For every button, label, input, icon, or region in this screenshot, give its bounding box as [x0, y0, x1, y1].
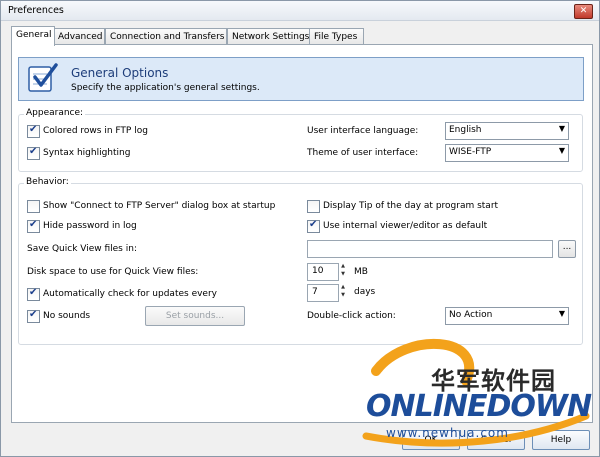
- window-title: Preferences: [8, 5, 64, 16]
- header-banner: General Options Specify the application'…: [18, 57, 584, 101]
- set-sounds-button[interactable]: Set sounds...: [145, 306, 245, 326]
- show-connect-label: Show "Connect to FTP Server" dialog box …: [43, 201, 276, 211]
- colored-rows-check[interactable]: [27, 123, 40, 138]
- title-bar[interactable]: Preferences ✕: [1, 1, 599, 21]
- disk-space-value: 10: [312, 266, 324, 276]
- auto-update-check[interactable]: [27, 286, 40, 301]
- disk-space-label: Disk space to use for Quick View files:: [27, 267, 199, 277]
- behavior-group: Behavior: Show "Connect to FTP Server" d…: [18, 177, 583, 345]
- appearance-group: Appearance: Colored rows in FTP log Synt…: [18, 108, 583, 172]
- theme-select[interactable]: WISE-FTP ▼: [445, 144, 569, 162]
- auto-update-label: Automatically check for updates every: [43, 289, 217, 299]
- disk-space-stepper[interactable]: ▲ ▼: [339, 263, 347, 279]
- behavior-label: Behavior:: [24, 177, 71, 187]
- cancel-button[interactable]: Cancel: [467, 430, 525, 450]
- hide-password-check[interactable]: [27, 218, 40, 233]
- help-button[interactable]: Help: [532, 430, 590, 450]
- internal-viewer-label: Use internal viewer/editor as default: [323, 221, 488, 231]
- hide-password-label: Hide password in log: [43, 221, 137, 231]
- close-button[interactable]: ✕: [574, 4, 593, 19]
- tip-of-day-label: Display Tip of the day at program start: [323, 201, 499, 211]
- update-days-value: 7: [312, 287, 318, 297]
- close-icon: ✕: [579, 6, 588, 16]
- save-quick-view-input[interactable]: [307, 240, 553, 258]
- spin-up-icon[interactable]: ▲: [339, 284, 347, 291]
- browse-button[interactable]: ...: [558, 240, 576, 258]
- spin-down-icon[interactable]: ▼: [339, 271, 347, 278]
- chevron-down-icon: ▼: [558, 146, 565, 155]
- no-sounds-check[interactable]: [27, 308, 40, 323]
- chevron-down-icon: ▼: [558, 124, 565, 133]
- banner-subtitle: Specify the application's general settin…: [71, 83, 260, 93]
- appearance-label: Appearance:: [24, 108, 86, 118]
- tab-content-general: General Options Specify the application'…: [11, 44, 593, 423]
- chevron-down-icon: ▼: [558, 309, 565, 318]
- no-sounds-label: No sounds: [43, 311, 91, 321]
- tab-connection-and-transfers[interactable]: Connection and Transfers: [105, 28, 227, 45]
- disk-space-unit: MB: [354, 267, 368, 277]
- tab-network-settings[interactable]: Network Settings: [227, 28, 313, 45]
- colored-rows-label: Colored rows in FTP log: [43, 126, 148, 136]
- show-connect-check[interactable]: [27, 200, 40, 213]
- tab-general[interactable]: General: [11, 26, 55, 46]
- syntax-highlighting-check[interactable]: [27, 145, 40, 160]
- double-click-label: Double-click action:: [307, 311, 396, 321]
- ui-language-label: User interface language:: [307, 126, 419, 136]
- ui-language-select[interactable]: English ▼: [445, 122, 569, 140]
- ui-language-value: English: [449, 125, 482, 135]
- double-click-select[interactable]: No Action ▼: [445, 307, 569, 325]
- ok-button[interactable]: OK: [402, 430, 460, 450]
- tab-advanced[interactable]: Advanced: [53, 28, 105, 45]
- banner-title: General Options: [71, 66, 169, 80]
- preferences-window: Preferences ✕ General Advanced Connectio…: [0, 0, 600, 457]
- theme-label: Theme of user interface:: [307, 148, 419, 158]
- syntax-highlighting-label: Syntax highlighting: [43, 148, 131, 158]
- update-days-stepper[interactable]: ▲ ▼: [339, 284, 347, 300]
- double-click-value: No Action: [449, 310, 493, 320]
- save-quick-view-label: Save Quick View files in:: [27, 244, 137, 254]
- update-days-input[interactable]: 7: [307, 284, 339, 302]
- tab-file-types[interactable]: File Types: [309, 28, 364, 45]
- spin-up-icon[interactable]: ▲: [339, 263, 347, 270]
- internal-viewer-check[interactable]: [307, 218, 320, 233]
- tip-of-day-check[interactable]: [307, 200, 320, 213]
- theme-value: WISE-FTP: [449, 147, 492, 157]
- disk-space-input[interactable]: 10: [307, 263, 339, 281]
- spin-down-icon[interactable]: ▼: [339, 292, 347, 299]
- checklist-icon: [28, 63, 58, 92]
- update-days-unit: days: [354, 287, 376, 297]
